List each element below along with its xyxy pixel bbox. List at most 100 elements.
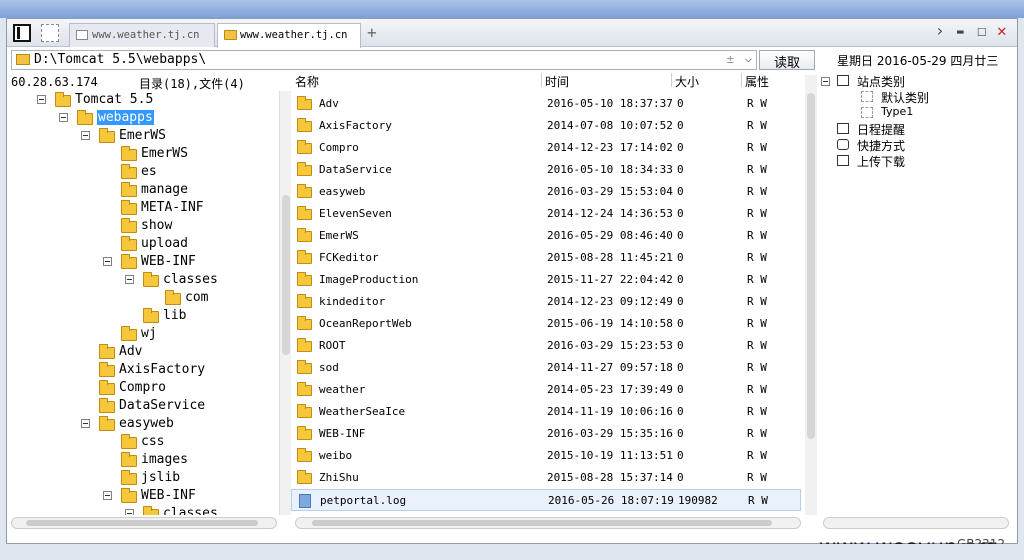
file-row[interactable]: sod 2014-11-27 09:57:18 0 R W: [291, 357, 801, 379]
date-display: 星期日 2016-05-29 四月廿三: [837, 54, 999, 68]
tree-horizontal-scrollbar[interactable]: [11, 517, 277, 529]
cell-time: 2014-11-19 10:06:16: [547, 405, 673, 418]
tree-node-label: DataService: [119, 398, 206, 413]
shortcut-label: 快捷方式: [857, 139, 906, 153]
cell-time: 2015-08-28 15:37:14: [547, 471, 673, 484]
column-time[interactable]: 时间: [545, 73, 569, 90]
maximize-icon[interactable]: ☐: [977, 21, 987, 40]
cell-size: 0: [677, 97, 684, 110]
scroll-thumb[interactable]: [282, 195, 290, 355]
tree-vertical-scrollbar[interactable]: [279, 91, 291, 515]
column-name[interactable]: 名称: [295, 73, 319, 90]
cell-time: 2015-08-28 11:45:21: [547, 251, 673, 264]
list-vertical-scrollbar[interactable]: [805, 75, 817, 515]
cell-time: 2014-12-23 09:12:49: [547, 295, 673, 308]
tree-node-label: lib: [163, 308, 187, 323]
file-row[interactable]: weibo 2015-10-19 11:13:51 0 R W: [291, 445, 801, 467]
tree-node-label: EmerWS: [119, 128, 166, 143]
file-row[interactable]: Compro 2014-12-23 17:14:02 0 R W: [291, 137, 801, 159]
tree-node-label: easyweb: [119, 416, 174, 431]
category-item-icon: [861, 91, 873, 102]
cell-attr: R W: [747, 361, 767, 374]
file-row[interactable]: EmerWS 2016-05-29 08:46:40 0 R W: [291, 225, 801, 247]
page-icon: [76, 30, 88, 40]
collapse-toggle[interactable]: [821, 77, 830, 86]
read-button[interactable]: 读取: [759, 50, 815, 71]
tree-node-label: WEB-INF: [141, 488, 196, 503]
tab-label: www.weather.tj.cn: [240, 29, 348, 41]
cell-attr: R W: [747, 119, 767, 132]
cell-size: 0: [677, 427, 684, 440]
scroll-thumb[interactable]: [807, 93, 815, 439]
file-row[interactable]: weather 2014-05-23 17:39:49 0 R W: [291, 379, 801, 401]
panel-horizontal-scrollbar[interactable]: [823, 517, 1009, 529]
file-row[interactable]: ImageProduction 2015-11-27 22:04:42 0 R W: [291, 269, 801, 291]
folder-icon: [297, 118, 312, 132]
collapse-toggle[interactable]: [37, 95, 46, 104]
file-row[interactable]: kindeditor 2014-12-23 09:12:49 0 R W: [291, 291, 801, 313]
folder-icon: [121, 200, 137, 215]
collapse-toggle[interactable]: [125, 509, 134, 515]
file-row[interactable]: petportal.log 2016-05-26 18:07:19 190982 R …: [291, 489, 801, 511]
list-horizontal-scrollbar[interactable]: [295, 517, 801, 529]
file-row[interactable]: FCKeditor 2015-08-28 11:45:21 0 R W: [291, 247, 801, 269]
folder-icon: [297, 338, 312, 352]
minimize-icon[interactable]: ▬: [957, 25, 964, 38]
cell-name: FCKeditor: [319, 251, 379, 264]
scroll-thumb[interactable]: [312, 520, 772, 526]
folder-icon: [121, 146, 137, 161]
file-row[interactable]: AxisFactory 2014-07-08 10:07:52 0 R W: [291, 115, 801, 137]
tree-node-label: jslib: [141, 470, 181, 485]
collapse-toggle[interactable]: [103, 491, 112, 500]
cell-name: ImageProduction: [319, 273, 419, 286]
file-row[interactable]: WeatherSeaIce 2014-11-19 10:06:16 0 R W: [291, 401, 801, 423]
folder-icon: [99, 380, 115, 395]
plus-minus-icon[interactable]: ±: [727, 52, 734, 66]
dropdown-icon[interactable]: ⌵: [745, 51, 752, 65]
sidebar-toggle-icon[interactable]: [13, 24, 31, 42]
cell-time: 2015-11-27 22:04:42: [547, 273, 673, 286]
file-row[interactable]: easyweb 2016-03-29 15:53:04 0 R W: [291, 181, 801, 203]
tab-label: www.weather.tj.cn: [92, 29, 200, 41]
cell-time: 2016-05-10 18:37:37: [547, 97, 673, 110]
file-row[interactable]: WEB-INF 2016-03-29 15:35:16 0 R W: [291, 423, 801, 445]
scroll-thumb[interactable]: [26, 520, 258, 526]
tab-weather-1[interactable]: www.weather.tj.cn: [69, 23, 215, 47]
collapse-toggle[interactable]: [103, 257, 112, 266]
file-row[interactable]: DataService 2016-05-10 18:34:33 0 R W: [291, 159, 801, 181]
tree-node-label: manage: [141, 182, 188, 197]
file-list-header: 名称 时间 大小 属性: [291, 71, 803, 89]
blank-page-icon[interactable]: [41, 24, 59, 42]
folder-icon: [297, 206, 312, 220]
tree-node-label: wj: [141, 326, 157, 341]
category-icon: [837, 75, 849, 86]
tree-node-label: es: [141, 164, 157, 179]
next-arrow-icon[interactable]: ›: [935, 21, 945, 40]
collapse-toggle[interactable]: [81, 131, 90, 140]
file-list: Adv 2016-05-10 18:37:37 0 R W AxisFactory 201…: [291, 93, 803, 513]
cell-name: kindeditor: [319, 295, 386, 308]
folder-icon: [55, 92, 71, 107]
tree-node-label: upload: [141, 236, 188, 251]
collapse-toggle[interactable]: [125, 275, 134, 284]
folder-icon: [99, 398, 115, 413]
file-row[interactable]: ROOT 2016-03-29 15:23:53 0 R W: [291, 335, 801, 357]
file-row[interactable]: OceanReportWeb 2015-06-19 14:10:58 0 R W: [291, 313, 801, 335]
collapse-toggle[interactable]: [81, 419, 90, 428]
file-row[interactable]: ElevenSeven 2014-12-24 14:36:53 0 R W: [291, 203, 801, 225]
path-input[interactable]: D:\Tomcat 5.5\webapps\ ± ⌵: [11, 50, 757, 70]
folder-icon: [99, 362, 115, 377]
file-row[interactable]: Adv 2016-05-10 18:37:37 0 R W: [291, 93, 801, 115]
collapse-toggle[interactable]: [59, 113, 68, 122]
tree-node-label: Compro: [119, 380, 166, 395]
column-attr[interactable]: 属性: [745, 73, 769, 90]
file-row[interactable]: ZhiShu 2015-08-28 15:37:14 0 R W: [291, 467, 801, 489]
cell-name: easyweb: [319, 185, 366, 198]
tab-weather-2[interactable]: www.weather.tj.cn: [217, 23, 361, 48]
close-icon[interactable]: ✕: [997, 21, 1007, 40]
column-size[interactable]: 大小: [675, 73, 699, 90]
server-ip: 60.28.63.174: [11, 75, 98, 89]
folder-icon: [121, 164, 137, 179]
add-tab-button[interactable]: +: [367, 23, 377, 42]
path-text: D:\Tomcat 5.5\webapps\: [34, 52, 207, 67]
